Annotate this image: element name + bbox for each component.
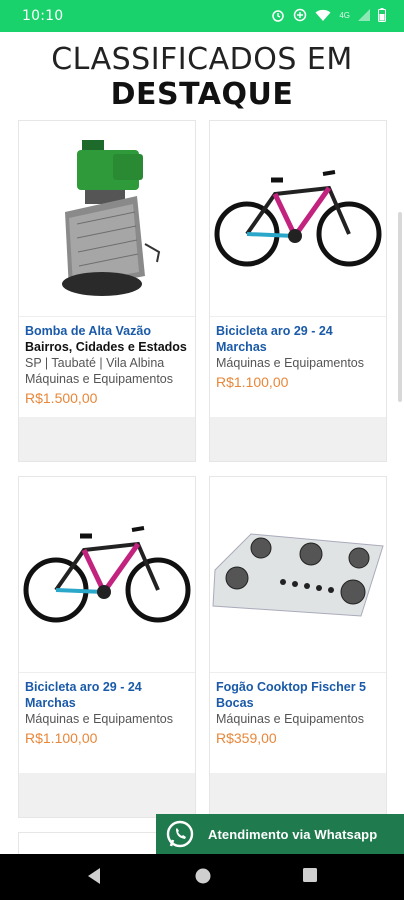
card-footer	[19, 773, 195, 817]
cooktop-image[interactable]	[210, 477, 386, 673]
battery-icon	[378, 8, 386, 22]
screen: 10:10 4G CLASSIFICADOS EM DESTAQUE Bomba…	[0, 0, 404, 900]
listing-category: Máquinas e Equipamentos	[216, 712, 365, 726]
listing-location: SP | Taubaté | Vila Albina	[25, 356, 165, 370]
heading-line-1: CLASSIFICADOS EM	[51, 42, 353, 77]
listing-title[interactable]: Bicicleta aro 29 - 24 Marchas	[25, 679, 189, 711]
wifi-icon	[315, 9, 331, 21]
system-nav-bar	[0, 854, 404, 900]
card-footer	[210, 417, 386, 461]
home-icon[interactable]	[194, 867, 212, 885]
listing-card[interactable]: Bicicleta aro 29 - 24 Marchas Máquinas e…	[209, 120, 387, 462]
section-heading: CLASSIFICADOS EM DESTAQUE	[0, 42, 404, 112]
status-time: 10:10	[22, 8, 64, 24]
back-icon[interactable]	[86, 867, 102, 885]
listing-info: Bicicleta aro 29 - 24 Marchas Máquinas e…	[19, 673, 195, 773]
whatsapp-icon	[160, 814, 200, 854]
listing-title[interactable]: Bomba de Alta Vazão	[25, 323, 189, 339]
data-saver-icon	[294, 8, 307, 22]
card-footer	[19, 417, 195, 461]
main-content: CLASSIFICADOS EM DESTAQUE Bomba de Alta …	[0, 32, 404, 854]
listing-price: R$1.100,00	[216, 374, 289, 390]
bicycle-image[interactable]	[210, 121, 386, 317]
water-pump-image[interactable]	[19, 121, 195, 317]
listing-card[interactable]: Bomba de Alta Vazão Bairros, Cidades e E…	[18, 120, 196, 462]
whatsapp-support-button[interactable]: Atendimento via Whatsapp	[156, 814, 404, 854]
card-footer	[210, 773, 386, 817]
recents-icon[interactable]	[302, 867, 318, 883]
status-bar: 10:10 4G	[0, 0, 404, 32]
listing-price: R$359,00	[216, 730, 277, 746]
listing-category: Máquinas e Equipamentos	[216, 356, 365, 370]
status-icons: 4G	[271, 8, 386, 22]
listing-info: Fogão Cooktop Fischer 5 Bocas Máquinas e…	[210, 673, 386, 773]
signal-icon	[358, 9, 370, 21]
heading-line-2: DESTAQUE	[110, 77, 294, 112]
listing-card[interactable]: Bicicleta aro 29 - 24 Marchas Máquinas e…	[18, 476, 196, 818]
listing-card[interactable]: Fogão Cooktop Fischer 5 Bocas Máquinas e…	[209, 476, 387, 818]
location-heading: Bairros, Cidades e Estados	[25, 340, 187, 354]
network-type: 4G	[339, 10, 350, 20]
whatsapp-label: Atendimento via Whatsapp	[208, 826, 378, 842]
listing-price: R$1.500,00	[25, 390, 98, 406]
listing-title[interactable]: Fogão Cooktop Fischer 5 Bocas	[216, 679, 380, 711]
scrollbar[interactable]	[398, 212, 402, 402]
listing-price: R$1.100,00	[25, 730, 98, 746]
listing-info: Bomba de Alta Vazão Bairros, Cidades e E…	[19, 317, 195, 417]
alarm-icon	[272, 10, 285, 22]
listing-category: Máquinas e Equipamentos	[25, 712, 174, 726]
listing-info: Bicicleta aro 29 - 24 Marchas Máquinas e…	[210, 317, 386, 417]
bicycle-image[interactable]	[19, 477, 195, 673]
listing-category: Máquinas e Equipamentos	[25, 372, 174, 386]
listing-title[interactable]: Bicicleta aro 29 - 24 Marchas	[216, 323, 380, 355]
